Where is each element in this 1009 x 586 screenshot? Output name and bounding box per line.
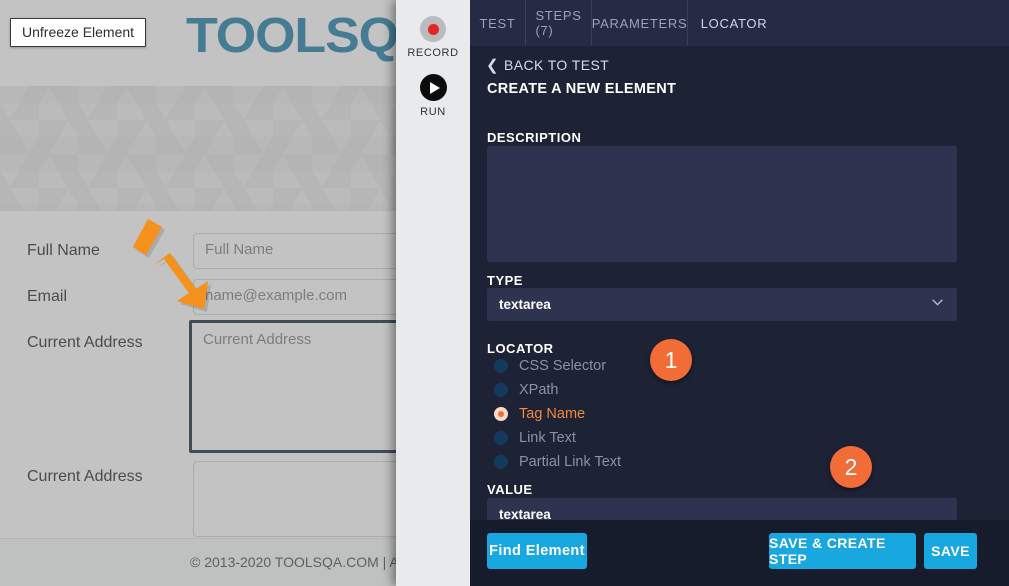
- radio-label: CSS Selector: [519, 358, 606, 374]
- back-to-test-label: BACK TO TEST: [504, 57, 609, 73]
- type-select[interactable]: textarea: [487, 288, 957, 321]
- description-label: DESCRIPTION: [487, 130, 581, 145]
- form-scroll-area: DESCRIPTION TYPE textarea LOCATOR CSS Se…: [470, 92, 994, 552]
- radio-icon-selected: [494, 407, 508, 421]
- radio-label: Tag Name: [519, 406, 585, 422]
- type-value: textarea: [499, 297, 551, 312]
- record-label: RECORD: [396, 47, 470, 59]
- back-to-test-link[interactable]: ❮ BACK TO TEST: [486, 56, 609, 74]
- recorder-panel: RECORD RUN TEST STEPS (7) PARAMETERS LOC…: [396, 0, 1009, 586]
- panel-action-bar: Find Element SAVE & CREATE STEP SAVE: [470, 520, 1009, 586]
- record-icon: [420, 16, 446, 42]
- radio-icon: [494, 383, 508, 397]
- label-current-address-2: Current Address: [27, 468, 143, 486]
- radio-icon: [494, 431, 508, 445]
- radio-label: XPath: [519, 382, 559, 398]
- play-icon: [420, 74, 447, 101]
- screenshot-root: TOOLSQ Text Bo Full Name Full Name Email…: [0, 0, 1009, 586]
- tab-steps[interactable]: STEPS (7): [526, 0, 592, 46]
- value-label: VALUE: [487, 482, 533, 497]
- radio-partial-link-text[interactable]: Partial Link Text: [494, 454, 621, 470]
- locator-label: LOCATOR: [487, 341, 554, 356]
- label-full-name: Full Name: [27, 242, 100, 260]
- annotation-arrow-icon: [132, 215, 222, 315]
- copyright-text: © 2013-2020 TOOLSQA.COM | ALL R: [190, 554, 428, 570]
- chevron-down-icon: [932, 299, 943, 306]
- radio-xpath[interactable]: XPath: [494, 382, 559, 398]
- radio-label: Partial Link Text: [519, 454, 621, 470]
- panel-body: ❮BACK TO TEST CREATE A NEW ELEMENT DESCR…: [470, 46, 1009, 586]
- run-button[interactable]: RUN: [396, 74, 470, 118]
- find-element-button[interactable]: Find Element: [487, 533, 587, 569]
- logo-dot: Q: [359, 9, 398, 63]
- label-email: Email: [27, 288, 67, 306]
- callout-badge-2: 2: [830, 446, 872, 488]
- tab-parameters[interactable]: PARAMETERS: [592, 0, 688, 46]
- unfreeze-element-button[interactable]: Unfreeze Element: [10, 18, 146, 47]
- run-label: RUN: [396, 106, 470, 118]
- save-button[interactable]: SAVE: [924, 533, 977, 569]
- callout-badge-1: 1: [650, 339, 692, 381]
- tab-test[interactable]: TEST: [470, 0, 526, 46]
- toolsqa-logo: TOOLSQ: [186, 8, 398, 64]
- radio-icon: [494, 455, 508, 469]
- radio-icon: [494, 359, 508, 373]
- chevron-left-icon: ❮: [486, 57, 499, 74]
- radio-link-text[interactable]: Link Text: [494, 430, 576, 446]
- tab-strip: TEST STEPS (7) PARAMETERS LOCATOR: [470, 0, 1009, 46]
- radio-label: Link Text: [519, 430, 576, 446]
- type-label: TYPE: [487, 273, 523, 288]
- radio-tag-name[interactable]: Tag Name: [494, 406, 585, 422]
- radio-css-selector[interactable]: CSS Selector: [494, 358, 606, 374]
- label-current-address: Current Address: [27, 334, 143, 352]
- save-and-create-step-button[interactable]: SAVE & CREATE STEP: [769, 533, 916, 569]
- tab-locator[interactable]: LOCATOR: [688, 0, 780, 46]
- recorder-rail: RECORD RUN: [396, 0, 471, 586]
- description-textarea[interactable]: [487, 146, 957, 262]
- logo-text: TOOLS: [186, 9, 359, 63]
- record-button[interactable]: RECORD: [396, 16, 470, 59]
